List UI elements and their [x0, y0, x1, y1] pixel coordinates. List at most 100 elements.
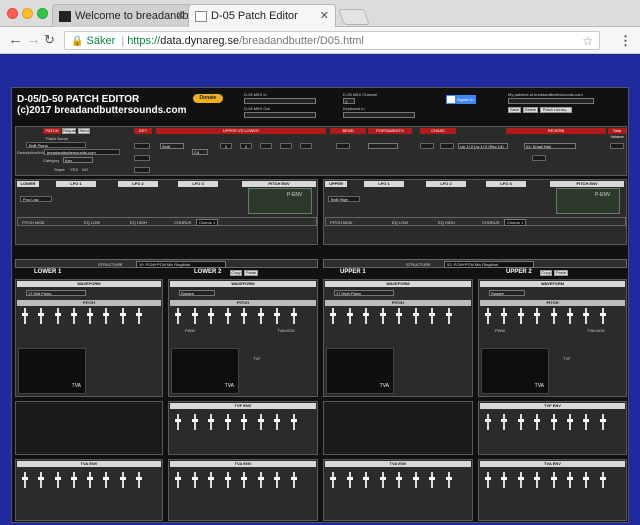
slider-knob[interactable] [208, 414, 214, 430]
reverb-type-select[interactable]: 01: Small Hall [524, 143, 576, 149]
lower-tone-name-input[interactable]: Pno Low [20, 196, 52, 202]
slider-knob[interactable] [103, 308, 110, 324]
lower2-waveform-select[interactable]: Square [179, 290, 215, 296]
slider-knob[interactable] [566, 414, 573, 430]
copy-button[interactable]: Copy [230, 270, 242, 276]
key-val-3[interactable] [134, 167, 150, 173]
total-volume-value[interactable] [610, 143, 624, 149]
tab-welcome[interactable]: Welcome to breadandbuttersound ✕ [52, 4, 192, 27]
slider-knob[interactable] [191, 308, 198, 324]
slider-knob[interactable] [274, 414, 280, 430]
upper1-waveform-select[interactable]: 17 High Piano [334, 290, 394, 296]
slider-knob[interactable] [241, 472, 247, 488]
request-button[interactable]: Request [62, 128, 78, 134]
slider-knob[interactable] [396, 472, 402, 488]
keyboard-in-select[interactable] [343, 112, 415, 118]
midi-in-select[interactable] [244, 98, 316, 104]
slider-knob[interactable] [70, 472, 77, 488]
zoom-window-button[interactable] [37, 8, 48, 19]
reload-icon[interactable]: ↻ [44, 32, 55, 48]
slider-knob[interactable] [290, 472, 297, 488]
slider-knob[interactable] [485, 472, 491, 488]
patch-library-button[interactable]: Patch Library... [540, 107, 572, 113]
patch-select[interactable] [508, 98, 594, 104]
chorus-select[interactable]: Chorus 1 [196, 219, 219, 226]
slider-knob[interactable] [429, 308, 435, 324]
slider-knob[interactable] [290, 308, 297, 324]
slider-knob[interactable] [566, 472, 573, 488]
slider-knob[interactable] [208, 472, 214, 488]
midi-channel-select[interactable]: 1 [343, 98, 355, 104]
slider-knob[interactable] [224, 472, 231, 488]
uvl-val-5[interactable] [300, 143, 312, 149]
slider-knob[interactable] [22, 472, 28, 488]
slider-knob[interactable] [54, 472, 61, 488]
slider-knob[interactable] [103, 472, 110, 488]
slider-knob[interactable] [290, 414, 297, 430]
slider-knob[interactable] [257, 472, 264, 488]
close-tab-icon[interactable]: ✕ [176, 9, 185, 22]
slider-knob[interactable] [566, 308, 573, 324]
bend-range-value[interactable] [336, 143, 350, 149]
slider-knob[interactable] [583, 472, 590, 488]
slider-knob[interactable] [208, 308, 214, 324]
tab-patch-editor[interactable]: D-05 Patch Editor ✕ [188, 4, 336, 27]
close-tab-icon[interactable]: ✕ [320, 9, 329, 22]
slider-knob[interactable] [191, 472, 198, 488]
slider-knob[interactable] [583, 414, 590, 430]
slider-knob[interactable] [534, 472, 541, 488]
slider-knob[interactable] [257, 414, 264, 430]
back-arrow-icon[interactable]: ← [8, 31, 23, 48]
slider-knob[interactable] [224, 414, 231, 430]
slider-knob[interactable] [501, 414, 508, 430]
close-window-button[interactable] [7, 8, 18, 19]
slider-knob[interactable] [379, 308, 386, 324]
slider-knob[interactable] [87, 472, 93, 488]
slider-knob[interactable] [550, 472, 557, 488]
delete-button[interactable]: Delete [523, 107, 538, 113]
split-point-select[interactable]: C4 [192, 149, 208, 155]
slider-knob[interactable] [119, 472, 126, 488]
slider-knob[interactable] [599, 472, 606, 488]
slider-knob[interactable] [224, 308, 231, 324]
copy-button[interactable]: Copy [540, 270, 552, 276]
share-yes-radio[interactable]: YES [70, 167, 78, 172]
upper-tone-value[interactable]: 0 [240, 143, 252, 149]
slider-knob[interactable] [379, 472, 386, 488]
slider-knob[interactable] [330, 472, 336, 488]
slider-knob[interactable] [517, 472, 524, 488]
browser-menu-icon[interactable]: ⋮ [619, 33, 632, 49]
slider-knob[interactable] [583, 308, 590, 324]
slider-knob[interactable] [135, 472, 142, 488]
slider-knob[interactable] [396, 308, 402, 324]
slider-knob[interactable] [445, 472, 452, 488]
slider-knob[interactable] [38, 472, 45, 488]
uvl-val-4[interactable] [280, 143, 292, 149]
slider-knob[interactable] [485, 308, 491, 324]
slider-knob[interactable] [119, 308, 126, 324]
slider-knob[interactable] [534, 308, 541, 324]
slider-knob[interactable] [534, 414, 541, 430]
new-tab-button[interactable] [338, 9, 370, 25]
slider-knob[interactable] [70, 308, 77, 324]
donate-button[interactable]: Donate [193, 94, 223, 103]
slider-knob[interactable] [363, 308, 369, 324]
url-input[interactable]: 🔒 Säker | https://data.dynareg.se/breadan… [64, 31, 600, 50]
portamento-mode-select[interactable] [368, 143, 398, 149]
upper-tone-name-input[interactable]: BnB High [328, 196, 360, 202]
slider-knob[interactable] [175, 308, 181, 324]
uvl-val-3[interactable] [260, 143, 272, 149]
output-mode-select[interactable]: Up 1+2 Lw 1+2 (Rev 14) [458, 143, 508, 149]
google-signin-button[interactable]: Signed in [446, 95, 476, 104]
upper2-waveform-select[interactable]: Square [489, 290, 525, 296]
minimize-window-button[interactable] [22, 8, 33, 19]
lower-structure-select[interactable]: 10: PCM+PCM Mix RingMod [136, 261, 226, 268]
slider-knob[interactable] [599, 308, 606, 324]
slider-knob[interactable] [517, 414, 524, 430]
slider-knob[interactable] [54, 308, 61, 324]
share-no-radio[interactable]: NO [82, 167, 88, 172]
slider-knob[interactable] [363, 472, 369, 488]
slider-knob[interactable] [241, 414, 247, 430]
slider-knob[interactable] [485, 414, 491, 430]
slider-knob[interactable] [599, 414, 606, 430]
